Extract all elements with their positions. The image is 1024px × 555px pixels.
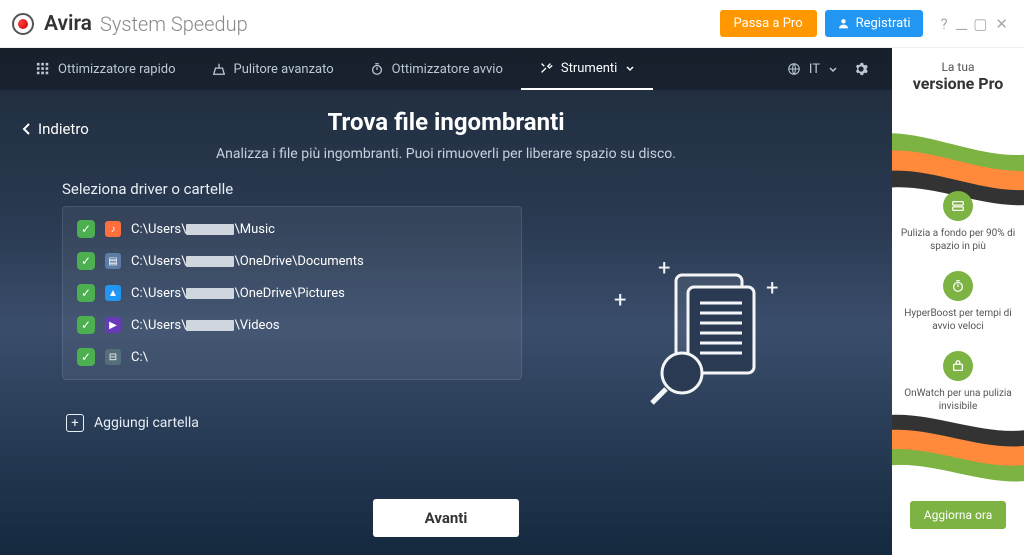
- promo-sidebar: La tua versione Pro Pulizia a fondo per …: [892, 48, 1024, 555]
- nav-quick-optimizer[interactable]: Ottimizzatore rapido: [18, 48, 194, 90]
- maximize-button[interactable]: ▢: [973, 15, 987, 33]
- settings-button[interactable]: [848, 48, 874, 90]
- gear-icon: [854, 62, 868, 76]
- avira-logo-icon: [12, 13, 34, 35]
- find-files-illustration: + + +: [596, 247, 796, 417]
- folder-item[interactable]: ✓ ▶ C:\Users\\Videos: [63, 309, 521, 341]
- select-folders-label: Seleziona driver o cartelle: [62, 180, 522, 198]
- add-folder-label: Aggiungi cartella: [94, 415, 199, 431]
- folder-item[interactable]: ✓ ▤ C:\Users\\OneDrive\Documents: [63, 245, 521, 277]
- promo-feature: HyperBoost per tempi di avvio veloci: [898, 271, 1018, 333]
- nav-label: Ottimizzatore avvio: [392, 62, 503, 77]
- checkbox-checked-icon[interactable]: ✓: [77, 220, 95, 238]
- folder-item[interactable]: ✓ ▲ C:\Users\\OneDrive\Pictures: [63, 277, 521, 309]
- svg-text:+: +: [658, 256, 670, 281]
- chevron-down-icon: [625, 63, 635, 73]
- brand-name: Avira: [44, 12, 92, 36]
- folder-path: C:\Users\\OneDrive\Pictures: [131, 286, 345, 301]
- minimize-button[interactable]: __: [956, 15, 966, 33]
- nav-advanced-cleaner[interactable]: Pulitore avanzato: [194, 48, 352, 90]
- back-button[interactable]: Indietro: [22, 120, 89, 138]
- nav-label: Strumenti: [561, 61, 617, 76]
- promo-preline: La tua: [941, 60, 974, 74]
- redacted-text: [186, 320, 234, 331]
- user-icon: [837, 17, 850, 30]
- stopwatch-icon: [370, 62, 384, 76]
- music-folder-icon: ♪: [105, 221, 121, 237]
- page-subtitle: Analizza i file più ingombranti. Puoi ri…: [0, 146, 892, 162]
- folder-list: ✓ ♪ C:\Users\\Music ✓ ▤ C:\Users\\OneDri…: [62, 206, 522, 380]
- titlebar: Avira System Speedup Passa a Pro Registr…: [0, 0, 1024, 48]
- globe-icon: [787, 62, 801, 76]
- plus-icon: +: [66, 414, 84, 432]
- disk-icon: [943, 191, 973, 221]
- promo-feature: OnWatch per una pulizia invisibile: [898, 351, 1018, 413]
- nav-label: Pulitore avanzato: [234, 62, 334, 77]
- boost-icon: [943, 271, 973, 301]
- register-button[interactable]: Registrati: [825, 10, 923, 37]
- main-panel: Ottimizzatore rapido Pulitore avanzato O…: [0, 48, 892, 555]
- promo-feature: Pulizia a fondo per 90% di spazio in più: [898, 191, 1018, 253]
- redacted-text: [186, 224, 234, 235]
- svg-text:+: +: [766, 276, 778, 301]
- register-label: Registrati: [856, 16, 911, 31]
- watch-icon: [943, 351, 973, 381]
- folder-item[interactable]: ✓ ♪ C:\Users\\Music: [63, 213, 521, 245]
- grid-icon: [36, 62, 50, 76]
- help-button[interactable]: ?: [941, 15, 948, 33]
- pictures-folder-icon: ▲: [105, 285, 121, 301]
- next-button[interactable]: Avanti: [373, 499, 520, 537]
- back-label: Indietro: [38, 120, 89, 138]
- redacted-text: [186, 288, 234, 299]
- folder-path: C:\: [131, 350, 148, 365]
- checkbox-checked-icon[interactable]: ✓: [77, 316, 95, 334]
- promo-title: versione Pro: [913, 74, 1004, 93]
- checkbox-checked-icon[interactable]: ✓: [77, 252, 95, 270]
- page-header: Trova file ingombranti Analizza i file p…: [0, 108, 892, 162]
- nav-tools[interactable]: Strumenti: [521, 48, 653, 90]
- upgrade-pro-button[interactable]: Passa a Pro: [720, 10, 817, 37]
- folder-path: C:\Users\\OneDrive\Documents: [131, 254, 364, 269]
- nav-label: Ottimizzatore rapido: [58, 62, 176, 77]
- chevron-down-icon: [828, 64, 838, 74]
- tools-icon: [539, 61, 553, 75]
- drive-icon: ⊟: [105, 349, 121, 365]
- language-label: IT: [809, 62, 820, 77]
- add-folder-button[interactable]: + Aggiungi cartella: [62, 408, 522, 438]
- checkbox-checked-icon[interactable]: ✓: [77, 284, 95, 302]
- redacted-text: [186, 256, 234, 267]
- page-title: Trova file ingombranti: [0, 108, 892, 136]
- language-selector[interactable]: IT: [777, 48, 848, 90]
- top-nav: Ottimizzatore rapido Pulitore avanzato O…: [0, 48, 892, 90]
- product-name: System Speedup: [100, 12, 248, 36]
- svg-text:+: +: [614, 288, 626, 313]
- chevron-left-icon: [22, 122, 32, 136]
- broom-icon: [212, 62, 226, 76]
- close-button[interactable]: ✕: [995, 15, 1008, 33]
- checkbox-checked-icon[interactable]: ✓: [77, 348, 95, 366]
- folder-path: C:\Users\\Music: [131, 222, 275, 237]
- upgrade-now-button[interactable]: Aggiorna ora: [910, 501, 1006, 529]
- folder-path: C:\Users\\Videos: [131, 318, 280, 333]
- folder-item[interactable]: ✓ ⊟ C:\: [63, 341, 521, 373]
- documents-folder-icon: ▤: [105, 253, 121, 269]
- videos-folder-icon: ▶: [105, 317, 121, 333]
- nav-startup-optimizer[interactable]: Ottimizzatore avvio: [352, 48, 521, 90]
